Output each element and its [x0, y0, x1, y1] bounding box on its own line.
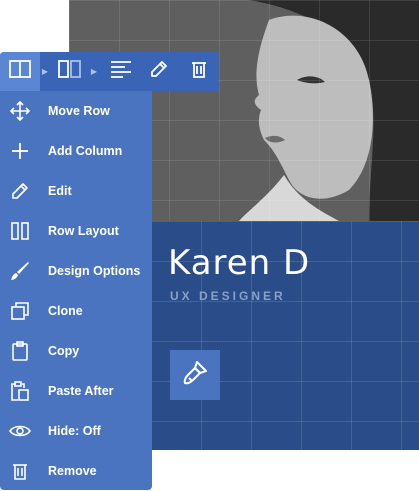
- pencil-icon: [150, 60, 168, 83]
- columns-icon: [0, 211, 40, 251]
- menu-item-label: Row Layout: [48, 224, 119, 238]
- plus-icon: [0, 131, 40, 171]
- brush-icon: [0, 251, 40, 291]
- clipboard-icon: [0, 331, 40, 371]
- move-icon: [0, 91, 40, 131]
- menu-item-copy[interactable]: Copy: [0, 331, 152, 371]
- toolbar-column-button[interactable]: [52, 52, 88, 91]
- toolbar-edit-button[interactable]: [141, 52, 177, 91]
- menu-item-edit[interactable]: Edit: [0, 171, 152, 211]
- menu-item-label: Add Column: [48, 144, 123, 158]
- row-icon: [9, 60, 31, 83]
- row-context-menu: Move Row Add Column Edit Row Layout Desi…: [0, 91, 152, 490]
- menu-item-label: Copy: [48, 344, 80, 358]
- menu-item-row-layout[interactable]: Row Layout: [0, 211, 152, 251]
- menu-item-clone[interactable]: Clone: [0, 291, 152, 331]
- profile-name: Karen D: [168, 243, 311, 283]
- menu-item-label: Clone: [48, 304, 83, 318]
- clone-icon: [0, 291, 40, 331]
- row-toolbar: ▶ ▶: [0, 52, 219, 91]
- toolbar-delete-button[interactable]: [181, 52, 217, 91]
- brush-icon: [180, 358, 210, 393]
- chevron-right-icon: ▶: [90, 67, 98, 76]
- menu-item-label: Edit: [48, 184, 72, 198]
- toolbar-row-button[interactable]: [0, 52, 40, 91]
- menu-item-remove[interactable]: Remove: [0, 451, 152, 491]
- menu-item-label: Design Options: [48, 264, 141, 278]
- align-left-icon: [110, 60, 132, 83]
- trash-icon: [191, 60, 207, 83]
- profile-card: Karen D UX DESIGNER: [151, 221, 419, 450]
- menu-item-design-options[interactable]: Design Options: [0, 251, 152, 291]
- menu-item-label: Paste After: [48, 384, 114, 398]
- design-options-button[interactable]: [170, 350, 220, 400]
- menu-item-add-column[interactable]: Add Column: [0, 131, 152, 171]
- profile-subtitle: UX DESIGNER: [170, 289, 286, 303]
- eye-icon: [0, 411, 40, 451]
- menu-item-paste-after[interactable]: Paste After: [0, 371, 152, 411]
- paste-icon: [0, 371, 40, 411]
- toolbar-align-button[interactable]: [103, 52, 139, 91]
- menu-item-label: Remove: [48, 464, 97, 478]
- menu-item-move-row[interactable]: Move Row: [0, 91, 152, 131]
- menu-item-label: Move Row: [48, 104, 110, 118]
- trash-icon: [0, 451, 40, 491]
- column-icon: [58, 60, 82, 83]
- pencil-icon: [0, 171, 40, 211]
- chevron-right-icon: ▶: [41, 67, 49, 76]
- menu-item-label: Hide: Off: [48, 424, 101, 438]
- menu-item-hide[interactable]: Hide: Off: [0, 411, 152, 451]
